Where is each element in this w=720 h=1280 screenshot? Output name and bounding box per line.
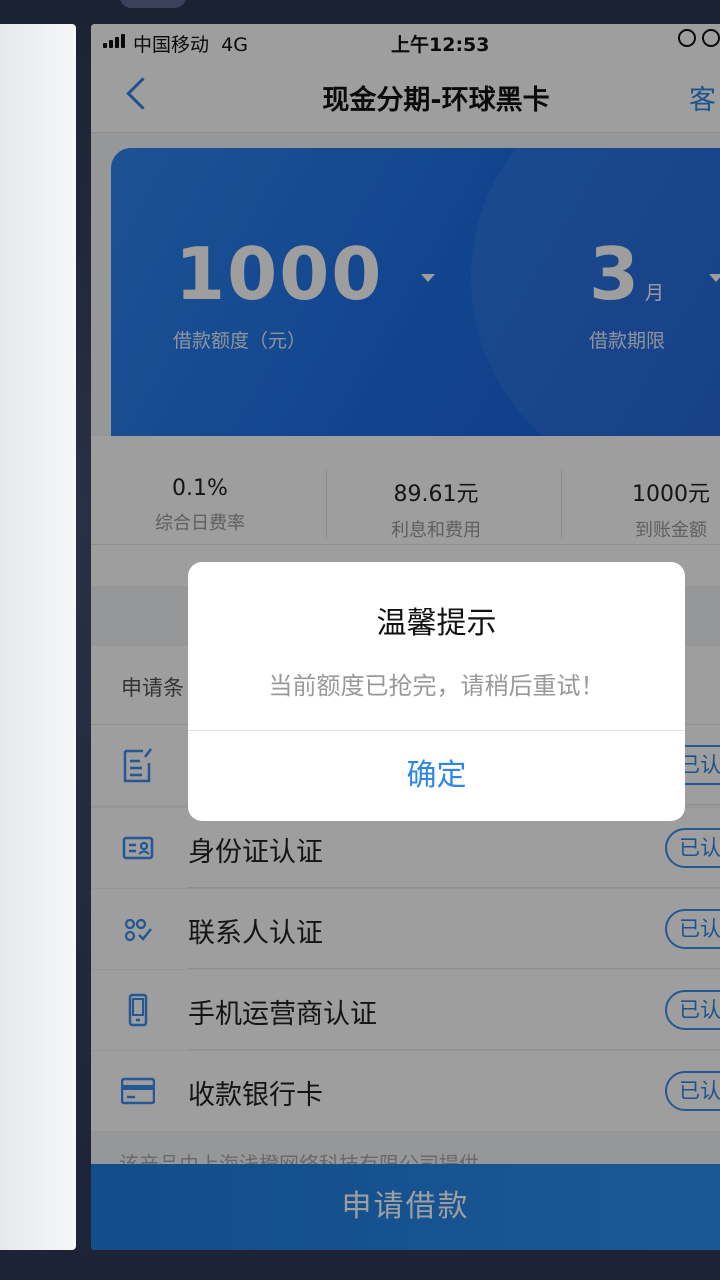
dialog-message: 当前额度已抢完，请稍后重试！ [268, 672, 605, 700]
dialog-title: 温馨提示 [376, 606, 497, 641]
background-app-card[interactable] [0, 24, 76, 1250]
background-app-pill [120, 0, 186, 8]
confirm-button[interactable]: 确定 [188, 731, 685, 821]
alert-dialog: 温馨提示 当前额度已抢完，请稍后重试！ 确定 [188, 562, 685, 821]
